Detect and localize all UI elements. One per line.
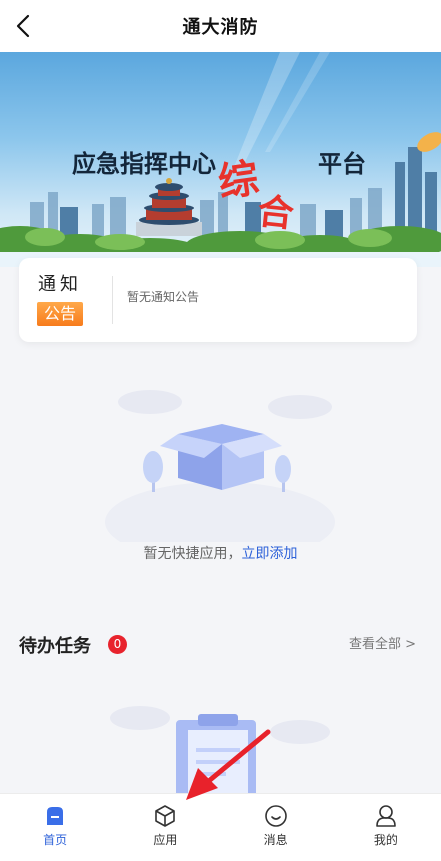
todo-title: 待办任务 xyxy=(19,636,91,657)
banner-image: 应急指挥中心 综 合 平台 xyxy=(0,52,441,267)
cube-icon xyxy=(155,805,176,827)
notice-title: 通知 xyxy=(38,274,82,295)
banner-accent-char-2: 合 xyxy=(255,191,296,236)
empty-box-illustration xyxy=(105,390,335,542)
chevron-left-icon[interactable] xyxy=(10,12,38,40)
add-quick-app-link[interactable]: 立即添加 xyxy=(242,546,298,562)
tab-messages[interactable]: 消息 xyxy=(221,794,331,861)
tab-apps[interactable]: 应用 xyxy=(110,794,220,861)
user-icon xyxy=(376,805,396,827)
tab-label: 首页 xyxy=(43,833,68,847)
page-title: 通大消防 xyxy=(182,17,259,38)
app-header: 通大消防 xyxy=(0,0,441,52)
tab-profile[interactable]: 我的 xyxy=(331,794,441,861)
quick-apps-empty-text: 暂无快捷应用， xyxy=(143,546,242,562)
quick-apps-empty: 暂无快捷应用，立即添加 xyxy=(0,543,441,563)
banner-title-right: 平台 xyxy=(318,150,366,178)
message-icon xyxy=(264,805,287,827)
notice-badge: 公告 xyxy=(37,302,83,326)
banner-accent-char-1: 综 xyxy=(215,155,262,207)
bottom-tab-bar: 首页 应用 消息 我的 xyxy=(0,793,441,861)
tab-label: 我的 xyxy=(373,833,398,847)
tab-label: 消息 xyxy=(263,833,288,847)
todo-count-badge: 0 xyxy=(108,635,127,654)
divider xyxy=(112,276,113,324)
view-all-link[interactable]: 查看全部 > xyxy=(349,633,416,652)
notice-card[interactable]: 通知 公告 暂无通知公告 xyxy=(19,258,417,342)
notice-text: 暂无通知公告 xyxy=(127,290,200,304)
banner-title-left: 应急指挥中心 xyxy=(72,150,216,178)
tab-home[interactable]: 首页 xyxy=(0,794,110,861)
empty-document-illustration xyxy=(110,706,330,800)
home-icon xyxy=(47,807,64,825)
tab-label: 应用 xyxy=(153,833,178,847)
